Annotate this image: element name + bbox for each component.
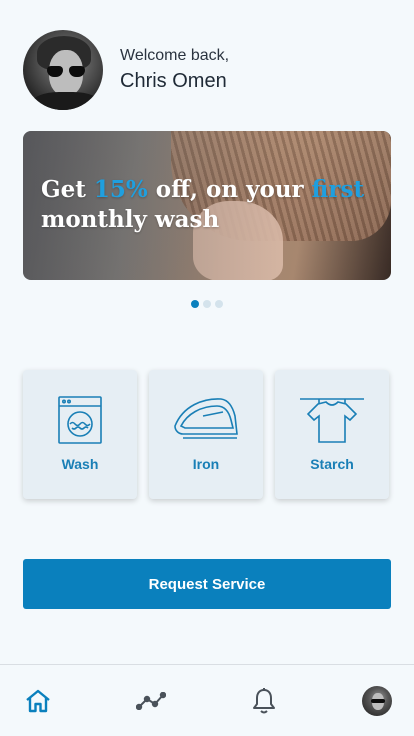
request-service-button[interactable]: Request Service: [23, 559, 391, 609]
greeting: Welcome back, Chris Omen: [120, 46, 229, 94]
user-name: Chris Omen: [120, 70, 227, 92]
tab-notifications[interactable]: [248, 685, 280, 717]
home-icon: [26, 689, 50, 713]
tab-home[interactable]: [22, 685, 54, 717]
service-label: Starch: [310, 456, 354, 472]
iron-icon: [174, 398, 238, 439]
promo-text-part: monthly wash: [41, 206, 220, 233]
tab-activity[interactable]: [135, 685, 167, 717]
service-label: Wash: [61, 456, 99, 472]
shirt-hanger-icon: [300, 398, 364, 443]
carousel-indicator: [191, 300, 223, 308]
promo-text-part: Get: [41, 176, 94, 203]
promo-highlight-discount: 15%: [93, 176, 148, 203]
promo-text-part: off, on your: [147, 176, 312, 203]
user-header: Welcome back, Chris Omen: [23, 30, 229, 110]
promo-text: Get 15% off, on your first monthly wash: [41, 175, 381, 235]
bell-icon: [253, 688, 275, 714]
washing-machine-icon: [58, 396, 102, 444]
tab-profile[interactable]: [361, 685, 393, 717]
service-card-iron[interactable]: Iron: [149, 370, 263, 499]
user-avatar[interactable]: [23, 30, 103, 110]
profile-avatar: [362, 686, 392, 716]
promo-highlight-first: first: [311, 176, 365, 203]
welcome-text: Welcome back,: [120, 47, 230, 64]
service-label: Iron: [192, 456, 220, 472]
activity-icon: [136, 692, 166, 710]
service-card-wash[interactable]: Wash: [23, 370, 137, 499]
carousel-dot-active[interactable]: [191, 300, 199, 308]
service-card-starch[interactable]: Starch: [275, 370, 389, 499]
carousel-dot[interactable]: [203, 300, 211, 308]
carousel-dot[interactable]: [215, 300, 223, 308]
services-grid: Wash Iron Starch: [23, 370, 389, 499]
promo-banner[interactable]: Get 15% off, on your first monthly wash: [23, 131, 391, 280]
bottom-tab-bar: [0, 664, 414, 736]
